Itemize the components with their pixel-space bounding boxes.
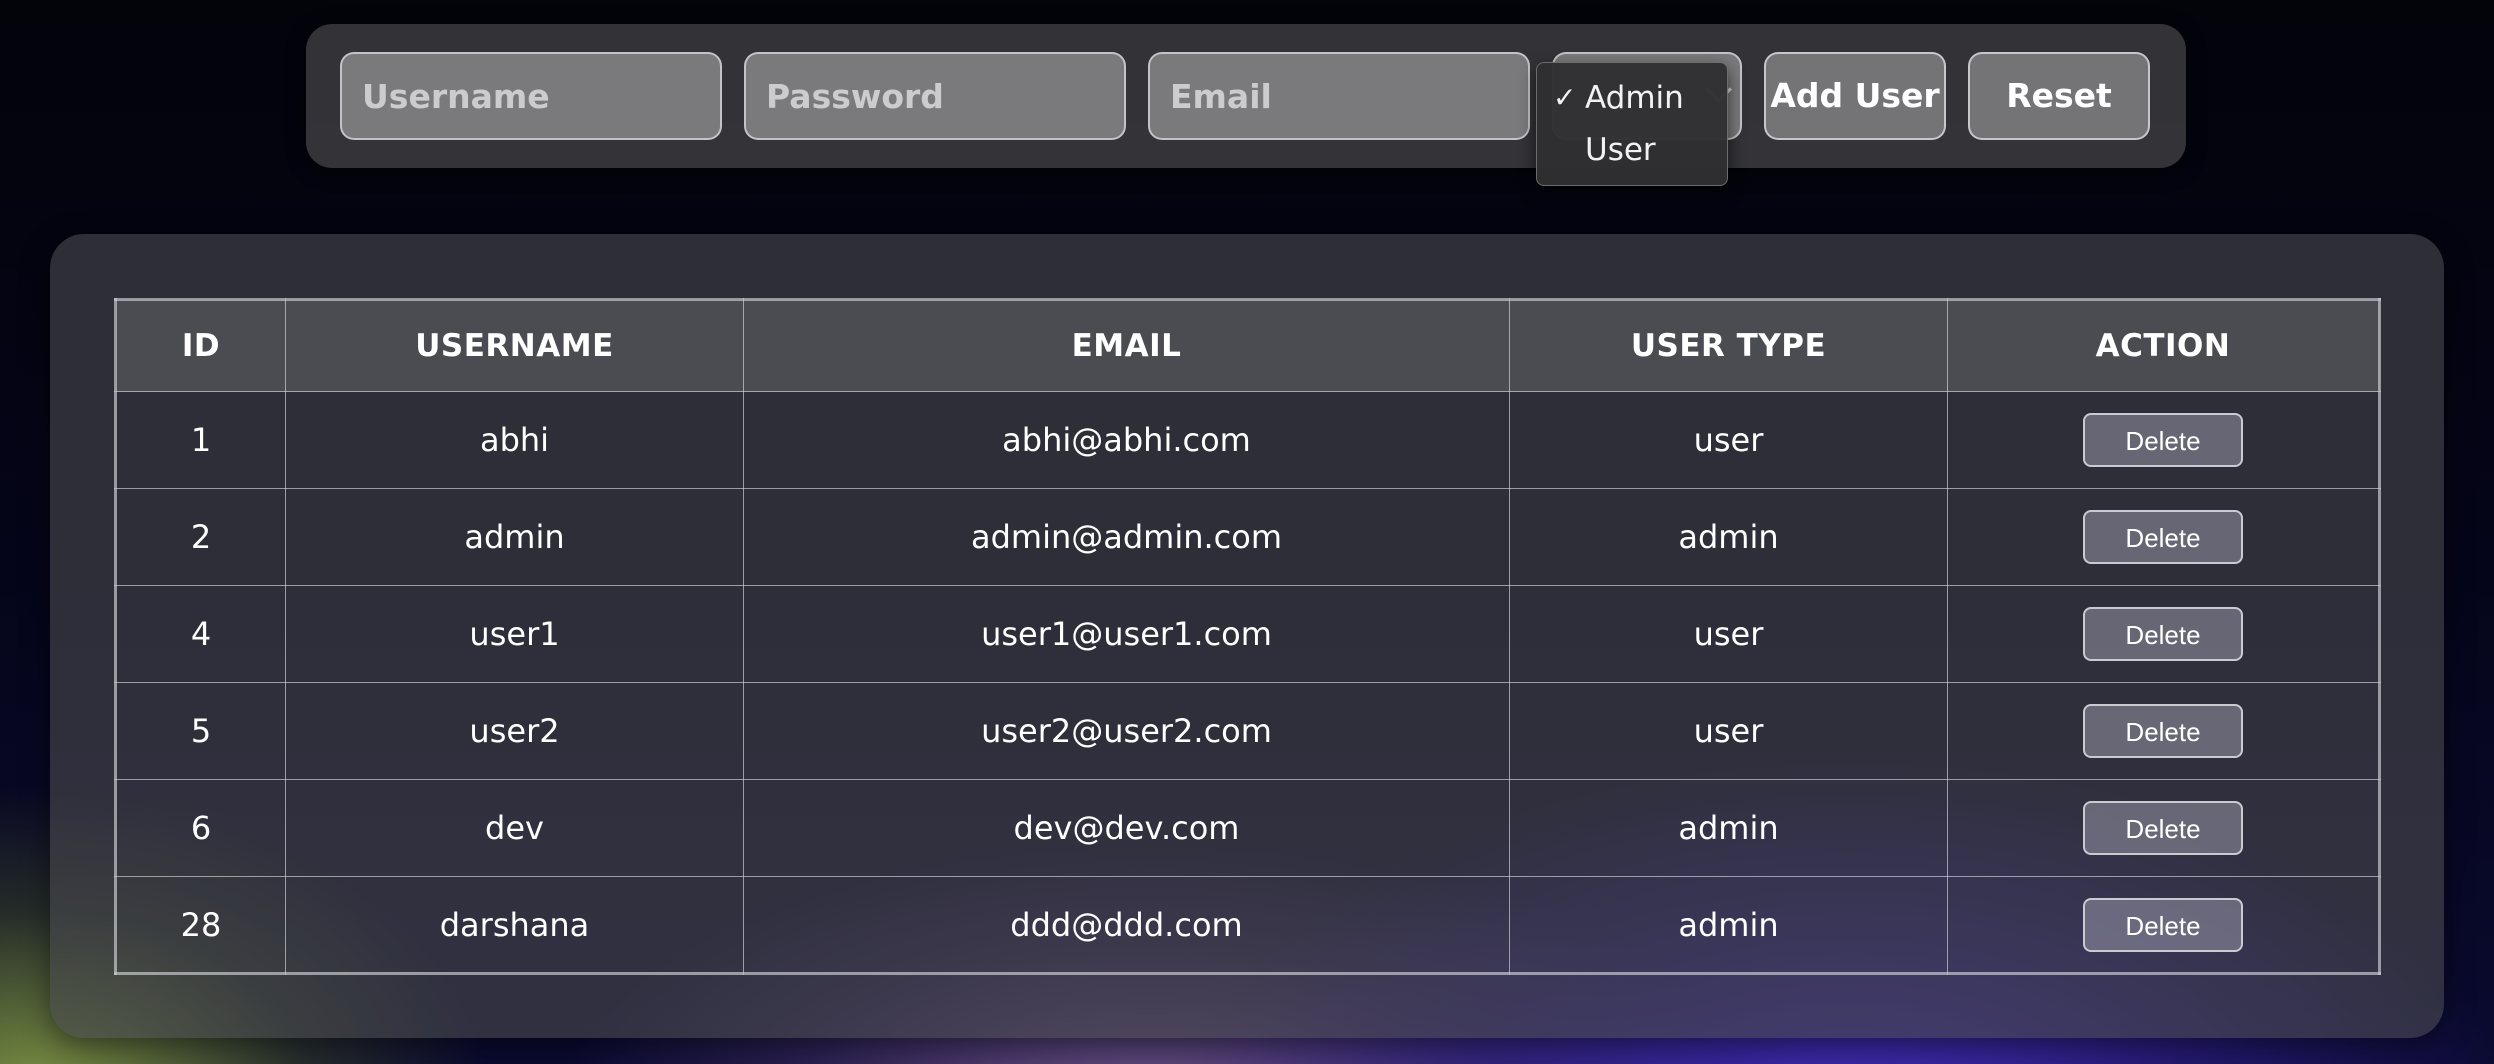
- cell-action: Delete: [1947, 585, 2380, 683]
- reset-button[interactable]: Reset: [1968, 52, 2150, 140]
- cell-action: Delete: [1947, 779, 2380, 877]
- cell-action: Delete: [1947, 876, 2380, 974]
- cell-email: admin@admin.com: [743, 488, 1510, 586]
- header-action: ACTION: [1947, 299, 2380, 392]
- users-table-panel: ID USERNAME EMAIL USER TYPE ACTION 1 abh…: [50, 234, 2444, 1038]
- cell-action: Delete: [1947, 682, 2380, 780]
- add-user-button[interactable]: Add User: [1764, 52, 1946, 140]
- password-input[interactable]: [744, 52, 1126, 140]
- cell-username: dev: [285, 779, 744, 877]
- table-row: 2 admin admin@admin.com admin Delete: [115, 488, 2380, 586]
- cell-email: abhi@abhi.com: [743, 391, 1510, 489]
- cell-username: darshana: [285, 876, 744, 974]
- user-type-dropdown: ✓ Admin User: [1536, 62, 1728, 186]
- delete-button[interactable]: Delete: [2083, 413, 2243, 467]
- delete-button[interactable]: Delete: [2083, 704, 2243, 758]
- dropdown-option-user[interactable]: User: [1537, 125, 1727, 175]
- table-row: 5 user2 user2@user2.com user Delete: [115, 682, 2380, 780]
- cell-action: Delete: [1947, 488, 2380, 586]
- header-username: USERNAME: [285, 299, 744, 392]
- delete-button[interactable]: Delete: [2083, 801, 2243, 855]
- email-input[interactable]: [1148, 52, 1530, 140]
- header-email: EMAIL: [743, 299, 1510, 392]
- cell-username: user1: [285, 585, 744, 683]
- cell-id: 28: [115, 876, 286, 974]
- cell-id: 4: [115, 585, 286, 683]
- cell-user-type: user: [1509, 585, 1948, 683]
- table-row: 4 user1 user1@user1.com user Delete: [115, 585, 2380, 683]
- cell-action: Delete: [1947, 391, 2380, 489]
- cell-id: 6: [115, 779, 286, 877]
- cell-username: admin: [285, 488, 744, 586]
- cell-user-type: admin: [1509, 488, 1948, 586]
- delete-button[interactable]: Delete: [2083, 607, 2243, 661]
- cell-email: ddd@ddd.com: [743, 876, 1510, 974]
- check-icon: ✓: [1553, 81, 1577, 114]
- cell-user-type: admin: [1509, 779, 1948, 877]
- table-row: 6 dev dev@dev.com admin Delete: [115, 779, 2380, 877]
- username-input[interactable]: [340, 52, 722, 140]
- cell-email: user1@user1.com: [743, 585, 1510, 683]
- cell-email: user2@user2.com: [743, 682, 1510, 780]
- cell-user-type: user: [1509, 682, 1948, 780]
- dropdown-option-admin[interactable]: ✓ Admin: [1537, 73, 1727, 123]
- cell-user-type: admin: [1509, 876, 1948, 974]
- header-user-type: USER TYPE: [1509, 299, 1948, 392]
- table-row: 1 abhi abhi@abhi.com user Delete: [115, 391, 2380, 489]
- cell-username: abhi: [285, 391, 744, 489]
- option-label: Admin: [1585, 80, 1684, 116]
- cell-id: 5: [115, 682, 286, 780]
- header-id: ID: [115, 299, 286, 392]
- table-row: 28 darshana ddd@ddd.com admin Delete: [115, 876, 2380, 974]
- add-user-form: Add User Reset: [306, 24, 2186, 168]
- cell-email: dev@dev.com: [743, 779, 1510, 877]
- delete-button[interactable]: Delete: [2083, 510, 2243, 564]
- option-label: User: [1585, 132, 1656, 168]
- users-table: ID USERNAME EMAIL USER TYPE ACTION 1 abh…: [114, 298, 2381, 975]
- cell-username: user2: [285, 682, 744, 780]
- cell-id: 2: [115, 488, 286, 586]
- delete-button[interactable]: Delete: [2083, 897, 2243, 952]
- table-header-row: ID USERNAME EMAIL USER TYPE ACTION: [115, 299, 2380, 392]
- cell-id: 1: [115, 391, 286, 489]
- cell-user-type: user: [1509, 391, 1948, 489]
